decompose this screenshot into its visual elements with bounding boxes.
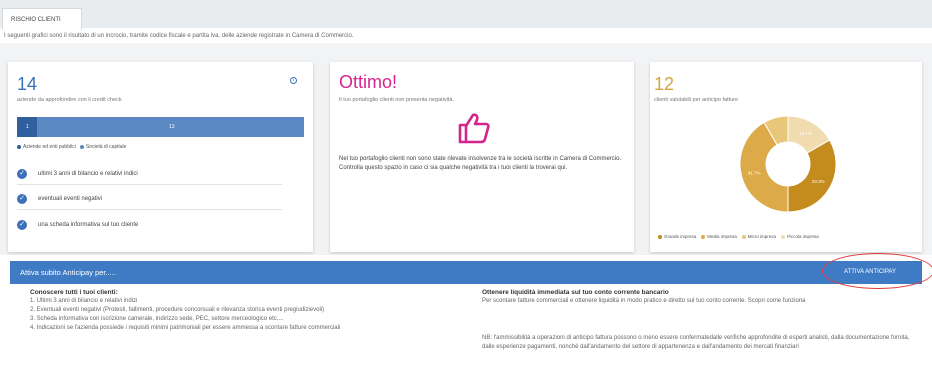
tab-rischio-clienti[interactable]: RISCHIO CLIENTI bbox=[2, 8, 82, 30]
negativity-card: Ottimo! Il tuo portafoglio clienti non p… bbox=[330, 62, 634, 252]
card-description: Nel tuo portafoglio clienti non sono sta… bbox=[339, 156, 622, 171]
list-item: 3. Scheda informativa con iscrizione cam… bbox=[30, 316, 284, 322]
highlight-ellipse bbox=[822, 253, 932, 289]
legend-item: Micro impresa bbox=[741, 234, 777, 239]
banner-title: Attiva subito Anticipay per..... bbox=[20, 268, 116, 277]
list-item: 4. Indicazioni se l'azienda possiede i r… bbox=[30, 325, 341, 331]
card-subtitle: Il tuo portafoglio clienti non presenta … bbox=[339, 97, 454, 103]
card-count: 12 bbox=[654, 74, 675, 94]
check-icon: ✓ bbox=[17, 193, 27, 204]
legend-dot bbox=[781, 234, 786, 239]
invoice-advance-card: 12 clienti valutabili per anticipo fattu… bbox=[650, 62, 922, 252]
legend-item: Piccola impresa bbox=[781, 234, 819, 239]
anticipay-banner: Attiva subito Anticipay per..... bbox=[10, 261, 922, 284]
legend-dot-company bbox=[79, 145, 84, 149]
card-count: 14 bbox=[17, 74, 38, 94]
card-subtitle: aziende da approfondire con il credit ch… bbox=[17, 97, 122, 103]
list-item: 1. Ultimi 3 anni di bilancio e relativi … bbox=[30, 298, 138, 304]
legend-label: Micro impresa bbox=[747, 234, 777, 239]
legend-dot-public bbox=[17, 145, 21, 149]
legend-dot bbox=[658, 234, 662, 239]
legend-company: Società di capitale bbox=[85, 144, 127, 150]
right-column-note: NB: l'ammissibilità a operazioni di anti… bbox=[482, 335, 910, 350]
check-icon: ✓ bbox=[17, 168, 27, 179]
check-label: una scheda informativa sul tuo cliente bbox=[38, 222, 139, 228]
info-icon[interactable]: i bbox=[290, 77, 297, 84]
company-size-donut-chart: 16.7% 33.3% 41.7% bbox=[739, 115, 837, 213]
card-title: Ottimo! bbox=[339, 72, 398, 92]
check-label: ultimi 3 anni di bilancio e relativi ind… bbox=[38, 170, 138, 177]
donut-slice[interactable] bbox=[787, 139, 837, 213]
legend-dot bbox=[741, 234, 746, 239]
donut-legend: Grande impresa Media impresa Micro impre… bbox=[658, 234, 824, 239]
thumbs-up-icon bbox=[458, 113, 490, 144]
legend-item: Media impresa bbox=[701, 234, 737, 239]
left-column-title: Conoscere tutti i tuoi clienti: bbox=[30, 289, 118, 296]
legend-public: Aziende ed enti pubblici bbox=[23, 144, 76, 150]
card-subtitle: clienti valutabili per anticipo fatture bbox=[654, 97, 739, 103]
right-column-title: Ottenere liquidità immediata sul tuo con… bbox=[482, 289, 669, 296]
left-column-list: 1. Ultimi 3 anni di bilancio e relativi … bbox=[30, 297, 460, 333]
intro-text: I seguenti grafici sono il risultato di … bbox=[4, 33, 354, 39]
donut-slice-label: 16.7% bbox=[799, 131, 812, 136]
stacked-bar: 1 13 bbox=[17, 117, 304, 137]
donut-slice-label: 33.3% bbox=[812, 179, 825, 184]
donut-slice-label: 41.7% bbox=[748, 171, 761, 176]
check-item: ✓ eventuali eventi negativi bbox=[17, 188, 282, 210]
check-item: ✓ una scheda informativa sul tuo cliente bbox=[17, 214, 282, 236]
legend-label: Media impresa bbox=[707, 234, 737, 239]
credit-check-card: 14 i aziende da approfondire con il cred… bbox=[8, 62, 313, 252]
bar-label-company: 13 bbox=[169, 124, 175, 130]
legend-dot bbox=[701, 234, 706, 239]
tab-bar: RISCHIO CLIENTI bbox=[0, 0, 932, 30]
list-item: 2. Eventuali eventi negativi (Protesti, … bbox=[30, 307, 325, 313]
check-item: ✓ ultimi 3 anni di bilancio e relativi i… bbox=[17, 163, 282, 185]
right-column-text: Per scontare fatture commerciali e otten… bbox=[482, 298, 806, 304]
legend-label: Piccola impresa bbox=[787, 234, 819, 239]
check-icon: ✓ bbox=[17, 220, 27, 230]
check-label: eventuali eventi negativi bbox=[38, 195, 103, 202]
bar-label-public: 1 bbox=[26, 124, 29, 130]
legend-label: Grande impresa bbox=[664, 234, 697, 239]
legend-item: Grande impresa bbox=[658, 234, 696, 239]
bar-legend: Aziende ed enti pubblici Società di capi… bbox=[17, 144, 126, 150]
